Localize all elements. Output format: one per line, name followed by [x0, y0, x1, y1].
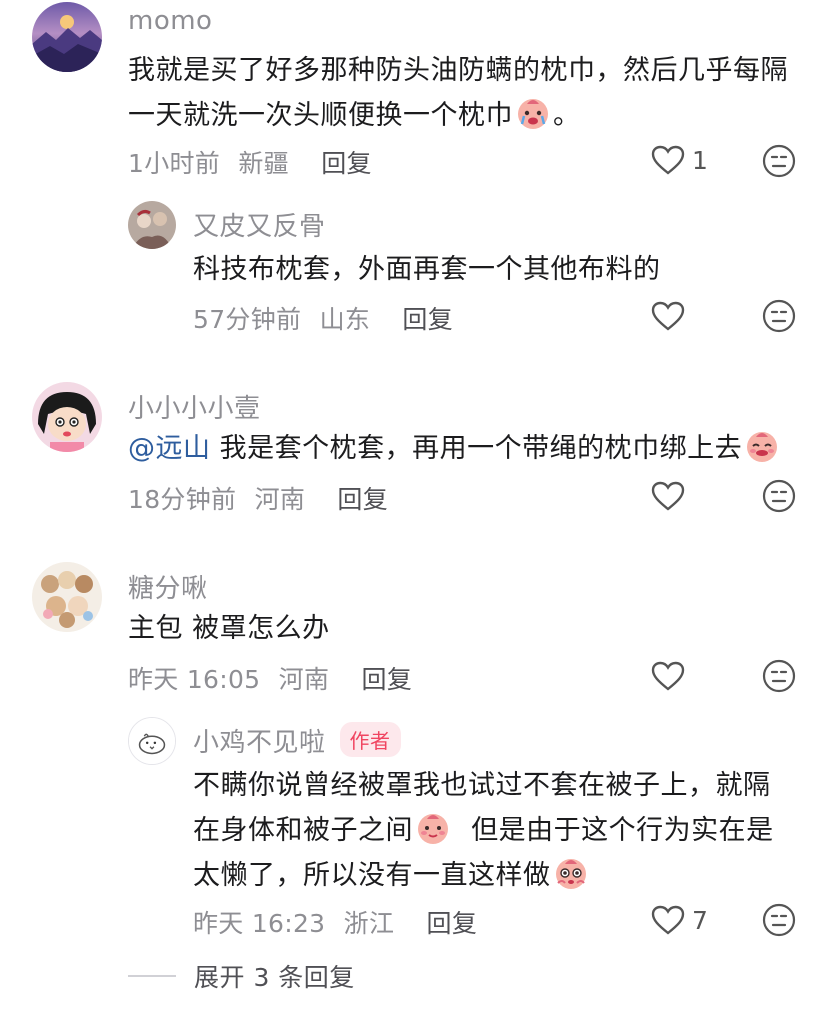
cartoon-girl-avatar-icon	[32, 382, 102, 452]
user-avatar[interactable]	[128, 201, 176, 249]
comment-time: 18分钟前	[128, 485, 237, 514]
reply-button[interactable]: 回复	[337, 485, 388, 514]
user-avatar[interactable]	[32, 562, 102, 632]
like-count: 7	[692, 905, 708, 935]
user-avatar[interactable]	[32, 382, 102, 452]
comment-username[interactable]: momo	[128, 6, 212, 36]
neutral-face-icon	[762, 299, 796, 333]
comment-text: 主包 被罩怎么办	[128, 613, 330, 644]
pleading-emoji-icon	[553, 855, 589, 891]
expand-replies-label: 展开 3 条回复	[194, 963, 355, 992]
comment-meta: 18分钟前 河南 回复	[128, 480, 388, 516]
neutral-face-icon	[762, 903, 796, 937]
heart-icon	[651, 661, 685, 691]
comment-location: 新疆	[238, 149, 289, 178]
comment-text: 科技布枕套，外面再套一个其他布料的	[193, 254, 661, 285]
heart-icon	[651, 301, 685, 331]
comment-time: 昨天 16:05	[128, 665, 261, 694]
emoji-react-button[interactable]	[762, 659, 796, 693]
mention-link[interactable]: @远山	[128, 433, 211, 464]
comment-username[interactable]: 糖分啾	[128, 568, 208, 605]
comment-location: 河南	[278, 665, 330, 694]
blushing-emoji-icon	[744, 428, 780, 464]
emoji-react-button[interactable]	[762, 144, 796, 178]
like-button[interactable]	[650, 660, 686, 692]
like-button[interactable]	[650, 480, 686, 512]
mountain-landscape-avatar-icon	[32, 2, 102, 72]
comment-time: 昨天 16:23	[193, 909, 326, 938]
comment-username[interactable]: 又皮又反骨	[193, 206, 326, 243]
user-avatar[interactable]	[32, 2, 102, 72]
crying-emoji-icon	[515, 95, 551, 131]
divider	[128, 975, 176, 977]
heart-icon	[651, 145, 685, 175]
author-badge: 作者	[339, 722, 401, 757]
photo-avatar-icon	[128, 201, 176, 249]
like-button[interactable]: 1	[650, 144, 708, 176]
teddy-bears-avatar-icon	[32, 562, 102, 632]
comment-location: 河南	[254, 485, 306, 514]
comment-location: 山东	[319, 305, 371, 334]
comment-text: 我就是买了好多那种防头油防螨的枕巾，然后几乎每隔 一天就洗一次头顺便换一个枕巾。	[128, 55, 788, 131]
comment-username[interactable]: 小鸡不见啦 作者	[193, 722, 401, 759]
comment-time: 57分钟前	[193, 305, 302, 334]
comment-meta: 昨天 16:05 河南 回复	[128, 660, 412, 696]
emoji-react-button[interactable]	[762, 299, 796, 333]
neutral-face-icon	[762, 144, 796, 178]
smiling-emoji-icon	[415, 810, 451, 846]
like-button[interactable]: 7	[650, 904, 708, 936]
reply-button[interactable]: 回复	[362, 665, 413, 694]
like-button[interactable]	[650, 300, 686, 332]
like-count: 1	[692, 145, 708, 175]
neutral-face-icon	[762, 659, 796, 693]
comment-username[interactable]: 小小小小壹	[128, 388, 261, 425]
neutral-face-icon	[762, 479, 796, 513]
emoji-react-button[interactable]	[762, 903, 796, 937]
expand-replies-button[interactable]: 展开 3 条回复	[128, 958, 355, 994]
comment-meta: 57分钟前 山东 回复	[193, 300, 453, 336]
heart-icon	[651, 481, 685, 511]
comment-location: 浙江	[343, 909, 395, 938]
reply-button[interactable]: 回复	[427, 909, 478, 938]
comment-meta: 1小时前 新疆 回复	[128, 144, 372, 180]
comment-text: 不瞒你说曾经被罩我也试过不套在被子上，就隔 在身体和被子之间 但是由于这个行为实…	[193, 770, 774, 891]
comment-meta: 昨天 16:23 浙江 回复	[193, 904, 477, 940]
comment-text: @远山 我是套个枕套，再用一个带绳的枕巾绑上去	[128, 426, 788, 471]
emoji-react-button[interactable]	[762, 479, 796, 513]
chick-avatar-icon	[129, 718, 175, 764]
user-avatar[interactable]	[128, 717, 176, 765]
reply-button[interactable]: 回复	[402, 305, 453, 334]
reply-button[interactable]: 回复	[321, 149, 372, 178]
heart-icon	[651, 905, 685, 935]
comment-time: 1小时前	[128, 149, 221, 178]
